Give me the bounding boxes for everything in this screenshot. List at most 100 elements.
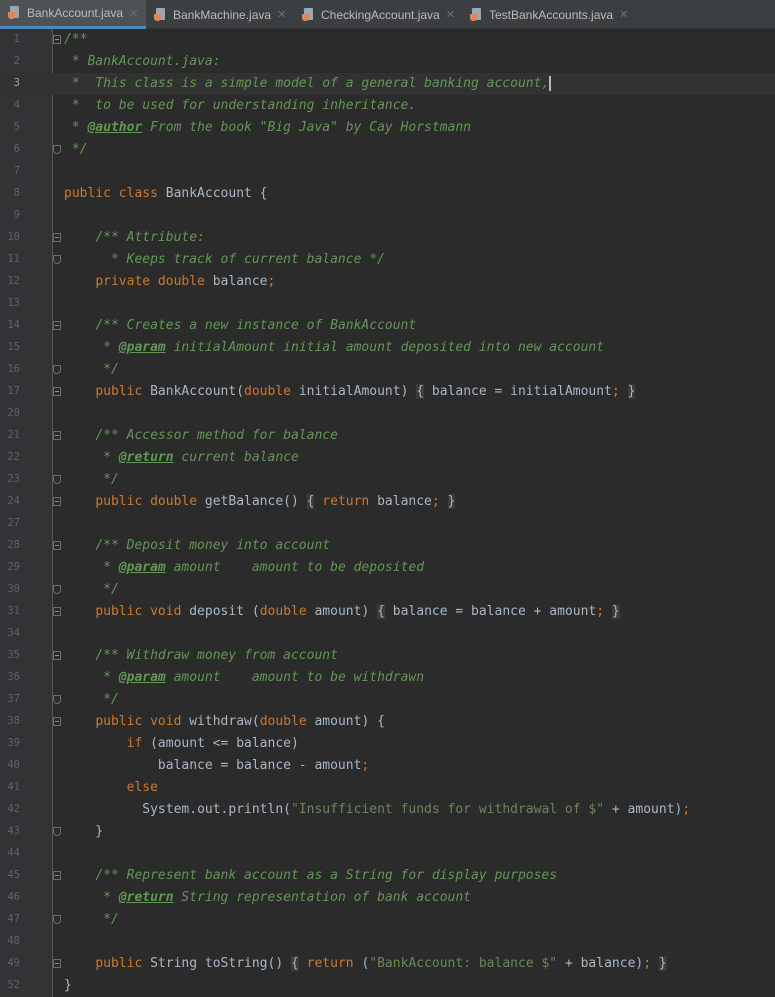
code-token: amount amount to be withdrawn — [165, 670, 425, 685]
code-line[interactable]: 5 * @author From the book "Big Java" by … — [0, 117, 775, 139]
fold-start-icon[interactable] — [53, 431, 61, 440]
code-token: } — [627, 384, 636, 399]
code-token: * — [64, 670, 119, 685]
code-line[interactable]: 12 private double balance; — [0, 271, 775, 293]
code-line[interactable]: 41 else — [0, 777, 775, 799]
code-line[interactable]: 45 /** Represent bank account as a Strin… — [0, 865, 775, 887]
code-line[interactable]: 10 /** Attribute: — [0, 227, 775, 249]
code-line[interactable]: 38 public void withdraw(double amount) { — [0, 711, 775, 733]
code-line[interactable]: 16 */ — [0, 359, 775, 381]
code-line[interactable]: 4 * to be used for understanding inherit… — [0, 95, 775, 117]
fold-start-icon[interactable] — [53, 387, 61, 396]
fold-end-icon[interactable] — [53, 585, 61, 594]
code-token: @author — [87, 120, 143, 135]
code-token: */ — [64, 142, 88, 157]
close-icon[interactable]: ✕ — [277, 8, 286, 21]
fold-start-icon[interactable] — [53, 871, 61, 880]
code-line[interactable]: 37 */ — [0, 689, 775, 711]
code-line[interactable]: 1 /** — [0, 29, 775, 51]
code-token: * This class is a simple model of a gene… — [64, 76, 550, 91]
fold-start-icon[interactable] — [53, 541, 61, 550]
code-line[interactable]: 34 — [0, 623, 775, 645]
code-line[interactable]: 44 — [0, 843, 775, 865]
code-token: ; — [431, 494, 440, 509]
code-token: /** Deposit money into account — [95, 538, 331, 553]
tab-bankmachine[interactable]: BankMachine.java ✕ — [148, 0, 294, 29]
fold-start-icon[interactable] — [53, 717, 61, 726]
code-line[interactable]: 29 * @param amount amount to be deposite… — [0, 557, 775, 579]
code-line[interactable]: 21 /** Accessor method for balance — [0, 425, 775, 447]
code-line[interactable]: 20 — [0, 403, 775, 425]
fold-start-icon[interactable] — [53, 607, 61, 616]
code-text: * This class is a simple model of a gene… — [64, 76, 552, 92]
code-token: String representation of bank account — [173, 890, 472, 905]
code-token: out — [197, 802, 221, 817]
code-token: withdraw( — [189, 714, 260, 729]
code-line[interactable]: 3 * This class is a simple model of a ge… — [0, 73, 775, 95]
fold-start-icon[interactable] — [53, 35, 61, 44]
fold-start-icon[interactable] — [53, 497, 61, 506]
fold-start-icon[interactable] — [53, 233, 61, 242]
code-editor[interactable]: 1/** 2 * BankAccount.java: 3 * This class … — [0, 29, 775, 997]
close-icon[interactable]: ✕ — [619, 8, 628, 21]
line-number: 17 — [7, 385, 20, 397]
code-line[interactable]: 35 /** Withdraw money from account — [0, 645, 775, 667]
code-text: * BankAccount.java: — [64, 54, 221, 70]
code-line[interactable]: 39 if (amount <= balance) — [0, 733, 775, 755]
close-icon[interactable]: ✕ — [129, 7, 138, 20]
fold-end-icon[interactable] — [53, 255, 61, 264]
code-token: /** Creates a new instance of BankAccoun… — [95, 318, 417, 333]
code-line[interactable]: 46 * @return String representation of ba… — [0, 887, 775, 909]
code-line[interactable]: 42 System.out.println("Insufficient fund… — [0, 799, 775, 821]
code-line[interactable]: 40 balance = balance - amount; — [0, 755, 775, 777]
fold-end-icon[interactable] — [53, 145, 61, 154]
code-line[interactable]: 15 * @param initialAmount initial amount… — [0, 337, 775, 359]
code-token: } — [64, 978, 72, 993]
code-line[interactable]: 9 — [0, 205, 775, 227]
line-number: 40 — [7, 759, 20, 771]
line-number: 3 — [13, 77, 20, 89]
fold-start-icon[interactable] — [53, 651, 61, 660]
code-line[interactable]: 22 * @return current balance — [0, 447, 775, 469]
code-line[interactable]: 2 * BankAccount.java: — [0, 51, 775, 73]
fold-end-icon[interactable] — [53, 827, 61, 836]
fold-end-icon[interactable] — [53, 365, 61, 374]
code-line[interactable]: 8 public class BankAccount { — [0, 183, 775, 205]
code-line[interactable]: 52} — [0, 975, 775, 997]
code-line[interactable]: 47 */ — [0, 909, 775, 931]
tab-checkingaccount[interactable]: CheckingAccount.java ✕ — [296, 0, 462, 29]
code-line[interactable]: 49 public String toString() { return ("B… — [0, 953, 775, 975]
code-line[interactable]: 7 — [0, 161, 775, 183]
code-token: /** Attribute: — [95, 230, 205, 245]
code-line[interactable]: 14 /** Creates a new instance of BankAcc… — [0, 315, 775, 337]
code-line[interactable]: 43 } — [0, 821, 775, 843]
code-line[interactable]: 31 public void deposit (double amount) {… — [0, 601, 775, 623]
code-token: /** Represent bank account as a String f… — [95, 868, 558, 883]
fold-start-icon[interactable] — [53, 959, 61, 968]
tab-testbankaccounts[interactable]: TestBankAccounts.java ✕ — [464, 0, 634, 29]
fold-end-icon[interactable] — [53, 695, 61, 704]
java-file-icon — [470, 7, 483, 22]
code-line[interactable]: 36 * @param amount amount to be withdraw… — [0, 667, 775, 689]
tab-bankaccount[interactable]: BankAccount.java ✕ — [0, 0, 146, 29]
fold-start-icon[interactable] — [53, 321, 61, 330]
code-line[interactable]: 30 */ — [0, 579, 775, 601]
fold-end-icon[interactable] — [53, 475, 61, 484]
code-line[interactable]: 28 /** Deposit money into account — [0, 535, 775, 557]
line-number: 22 — [7, 451, 20, 463]
code-line[interactable]: 6 */ — [0, 139, 775, 161]
code-line[interactable]: 23 */ — [0, 469, 775, 491]
code-line[interactable]: 17 public BankAccount(double initialAmou… — [0, 381, 775, 403]
code-line[interactable]: 48 — [0, 931, 775, 953]
code-line[interactable]: 11 * Keeps track of current balance */ — [0, 249, 775, 271]
code-line[interactable]: 27 — [0, 513, 775, 535]
code-line[interactable]: 24 public double getBalance() { return b… — [0, 491, 775, 513]
fold-end-icon[interactable] — [53, 915, 61, 924]
line-number: 28 — [7, 539, 20, 551]
close-icon[interactable]: ✕ — [446, 8, 455, 21]
code-line[interactable]: 13 — [0, 293, 775, 315]
